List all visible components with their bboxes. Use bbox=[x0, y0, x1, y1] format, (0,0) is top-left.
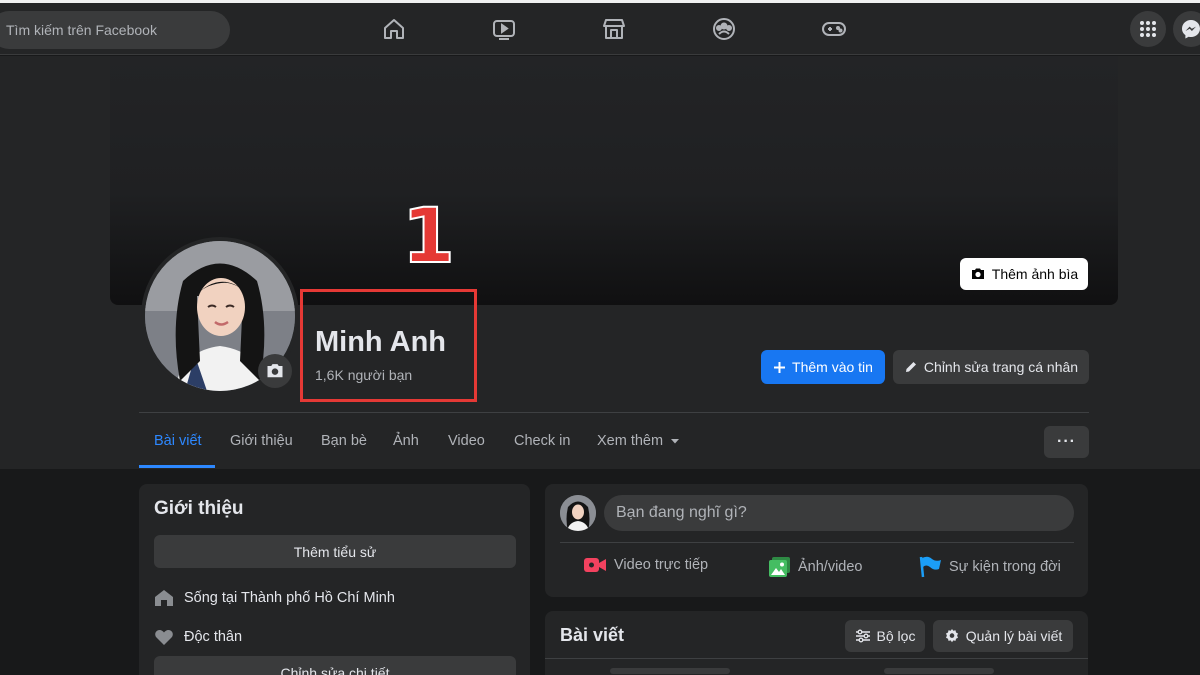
search-placeholder: Tìm kiếm trên Facebook bbox=[6, 22, 157, 38]
messenger-icon[interactable] bbox=[1173, 11, 1200, 47]
whats-on-your-mind-input[interactable]: Bạn đang nghĩ gì? bbox=[604, 495, 1074, 531]
manage-posts-label: Quản lý bài viết bbox=[965, 628, 1063, 644]
sliders-icon bbox=[855, 629, 870, 643]
friends-count[interactable]: 1,6K người bạn bbox=[315, 367, 412, 383]
manage-posts-button[interactable]: Quản lý bài viết bbox=[933, 620, 1073, 652]
heart-icon bbox=[155, 630, 173, 645]
photo-icon bbox=[769, 557, 790, 577]
tab-friends[interactable]: Bạn bè bbox=[321, 433, 367, 449]
intro-title: Giới thiệu bbox=[154, 498, 244, 519]
camera-icon bbox=[971, 268, 984, 279]
gear-icon bbox=[945, 629, 958, 643]
groups-icon[interactable] bbox=[711, 16, 737, 42]
camera-icon bbox=[267, 364, 283, 378]
house-icon bbox=[155, 590, 173, 606]
add-to-story-button[interactable]: Thêm vào tin bbox=[761, 350, 885, 384]
tab-photos[interactable]: Ảnh bbox=[393, 433, 419, 449]
home-icon[interactable] bbox=[381, 16, 407, 42]
list-view-tab[interactable] bbox=[610, 668, 730, 674]
gaming-icon[interactable] bbox=[821, 16, 847, 42]
add-cover-photo-button[interactable]: Thêm ảnh bìa bbox=[960, 258, 1088, 290]
posts-title: Bài viết bbox=[560, 625, 625, 645]
edit-profile-button[interactable]: Chỉnh sửa trang cá nhân bbox=[893, 350, 1089, 384]
apps-menu-icon[interactable] bbox=[1130, 11, 1166, 47]
posts-divider bbox=[545, 658, 1088, 659]
add-bio-button[interactable]: Thêm tiểu sử bbox=[154, 535, 516, 568]
top-navigation-bar: Tìm kiếm trên Facebook bbox=[0, 3, 1200, 55]
video-camera-icon bbox=[584, 558, 606, 572]
tab-check-ins[interactable]: Check in bbox=[514, 433, 570, 449]
composer-divider bbox=[560, 542, 1074, 543]
composer-avatar[interactable] bbox=[560, 495, 596, 531]
pencil-icon bbox=[905, 362, 916, 372]
filter-label: Bộ lọc bbox=[876, 628, 916, 644]
annotation-number: 1 bbox=[401, 191, 456, 280]
active-tab-indicator bbox=[139, 465, 215, 468]
search-input[interactable]: Tìm kiếm trên Facebook bbox=[0, 11, 230, 49]
tab-more[interactable]: Xem thêm bbox=[597, 433, 680, 449]
add-cover-photo-label: Thêm ảnh bìa bbox=[991, 266, 1079, 282]
edit-profile-label: Chỉnh sửa trang cá nhân bbox=[923, 359, 1079, 375]
update-profile-picture-button[interactable] bbox=[258, 354, 292, 388]
caret-down-icon bbox=[671, 439, 680, 444]
life-event-button[interactable]: Sự kiện trong đời bbox=[918, 556, 1061, 578]
lives-in-text: Sống tại Thành phố Hồ Chí Minh bbox=[184, 590, 395, 606]
edit-details-button[interactable]: Chỉnh sửa chi tiết bbox=[154, 656, 516, 675]
live-video-label: Video trực tiếp bbox=[614, 557, 709, 573]
profile-name: Minh Anh bbox=[315, 326, 446, 358]
tab-more-label: Xem thêm bbox=[597, 433, 664, 449]
relationship-row: Độc thân bbox=[154, 628, 242, 646]
tab-about[interactable]: Giới thiệu bbox=[230, 433, 293, 449]
grid-view-tab[interactable] bbox=[884, 668, 994, 674]
photo-video-label: Ảnh/video bbox=[798, 559, 863, 575]
plus-icon bbox=[774, 361, 786, 373]
life-event-label: Sự kiện trong đời bbox=[949, 559, 1061, 575]
relationship-text: Độc thân bbox=[184, 629, 243, 645]
flag-icon bbox=[919, 556, 941, 578]
header-divider bbox=[139, 412, 1089, 413]
lives-in-row: Sống tại Thành phố Hồ Chí Minh bbox=[154, 589, 395, 607]
live-video-button[interactable]: Video trực tiếp bbox=[583, 556, 708, 574]
tab-posts[interactable]: Bài viết bbox=[154, 433, 202, 449]
more-options-button[interactable]: ··· bbox=[1044, 426, 1089, 458]
filter-button[interactable]: Bộ lọc bbox=[845, 620, 925, 652]
photo-video-button[interactable]: Ảnh/video bbox=[768, 556, 863, 578]
watch-icon[interactable] bbox=[491, 16, 517, 42]
add-to-story-label: Thêm vào tin bbox=[792, 359, 873, 375]
marketplace-icon[interactable] bbox=[601, 16, 627, 42]
tab-videos[interactable]: Video bbox=[448, 433, 485, 449]
